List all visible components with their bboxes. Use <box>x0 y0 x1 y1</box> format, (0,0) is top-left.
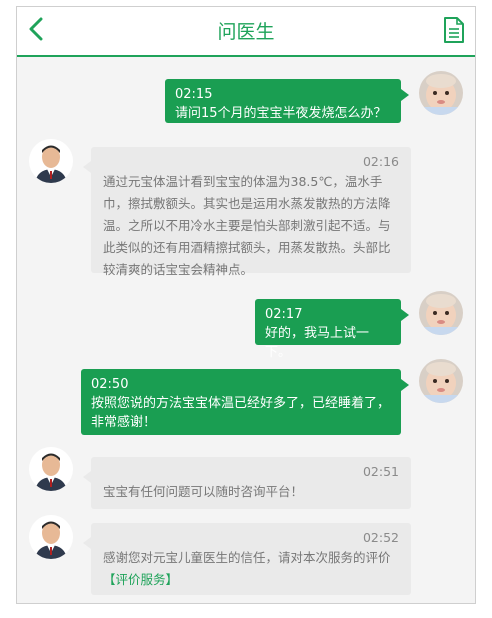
message-text: 通过元宝体温计看到宝宝的体温为38.5℃，温水手巾，擦拭敷额头。其实也是运用水蒸… <box>103 174 391 277</box>
message-doctor: 02:16 通过元宝体温计看到宝宝的体温为38.5℃，温水手巾，擦拭敷额头。其实… <box>83 147 411 277</box>
phone-screen: 问医生 02:15 请问15个月的宝宝半夜发烧怎么办？ 02:16 通过元宝体温… <box>16 6 476 604</box>
user-avatar[interactable] <box>419 359 463 403</box>
doctor-avatar-icon <box>29 515 73 559</box>
user-avatar[interactable] <box>419 71 463 115</box>
doctor-avatar[interactable] <box>29 139 73 183</box>
doctor-avatar[interactable] <box>29 515 73 559</box>
message-user: 02:17 好的，我马上试一下。 <box>255 299 409 360</box>
message-text: 感谢您对元宝儿童医生的信任，请对本次服务的评价【评价服务】 <box>103 547 399 591</box>
message-time: 02:50 <box>91 377 129 392</box>
top-bar: 问医生 <box>17 7 475 57</box>
message-doctor: 02:51 宝宝有任何问题可以随时咨询平台！ <box>83 457 411 509</box>
message-doctor: 02:52 感谢您对元宝儿童医生的信任，请对本次服务的评价【评价服务】 <box>83 523 411 595</box>
rate-service-link[interactable]: 【评价服务】 <box>103 572 178 587</box>
message-time: 02:15 <box>175 87 213 102</box>
baby-avatar-icon <box>419 71 463 115</box>
doctor-avatar-icon <box>29 447 73 491</box>
document-icon <box>444 17 464 43</box>
message-user: 02:15 请问15个月的宝宝半夜发烧怎么办？ <box>165 79 409 123</box>
baby-avatar-icon <box>419 291 463 335</box>
user-avatar[interactable] <box>419 291 463 335</box>
message-text: 好的，我马上试一下。 <box>265 326 370 360</box>
record-button[interactable] <box>443 17 465 43</box>
page-title: 问医生 <box>217 21 275 43</box>
message-user: 02:50 按照您说的方法宝宝体温已经好多了，已经睡着了，非常感谢！ <box>81 369 409 435</box>
doctor-avatar-icon <box>29 139 73 183</box>
message-time: 02:51 <box>362 464 399 479</box>
message-text: 按照您说的方法宝宝体温已经好多了，已经睡着了，非常感谢！ <box>91 396 391 430</box>
baby-avatar-icon <box>419 359 463 403</box>
message-time: 02:17 <box>265 307 303 322</box>
message-text: 请问15个月的宝宝半夜发烧怎么办？ <box>175 106 387 121</box>
message-time: 02:16 <box>362 154 399 169</box>
message-body: 感谢您对元宝儿童医生的信任，请对本次服务的评价 <box>103 550 391 565</box>
doctor-avatar[interactable] <box>29 447 73 491</box>
message-time: 02:52 <box>362 530 399 545</box>
message-text: 宝宝有任何问题可以随时咨询平台！ <box>103 484 304 499</box>
